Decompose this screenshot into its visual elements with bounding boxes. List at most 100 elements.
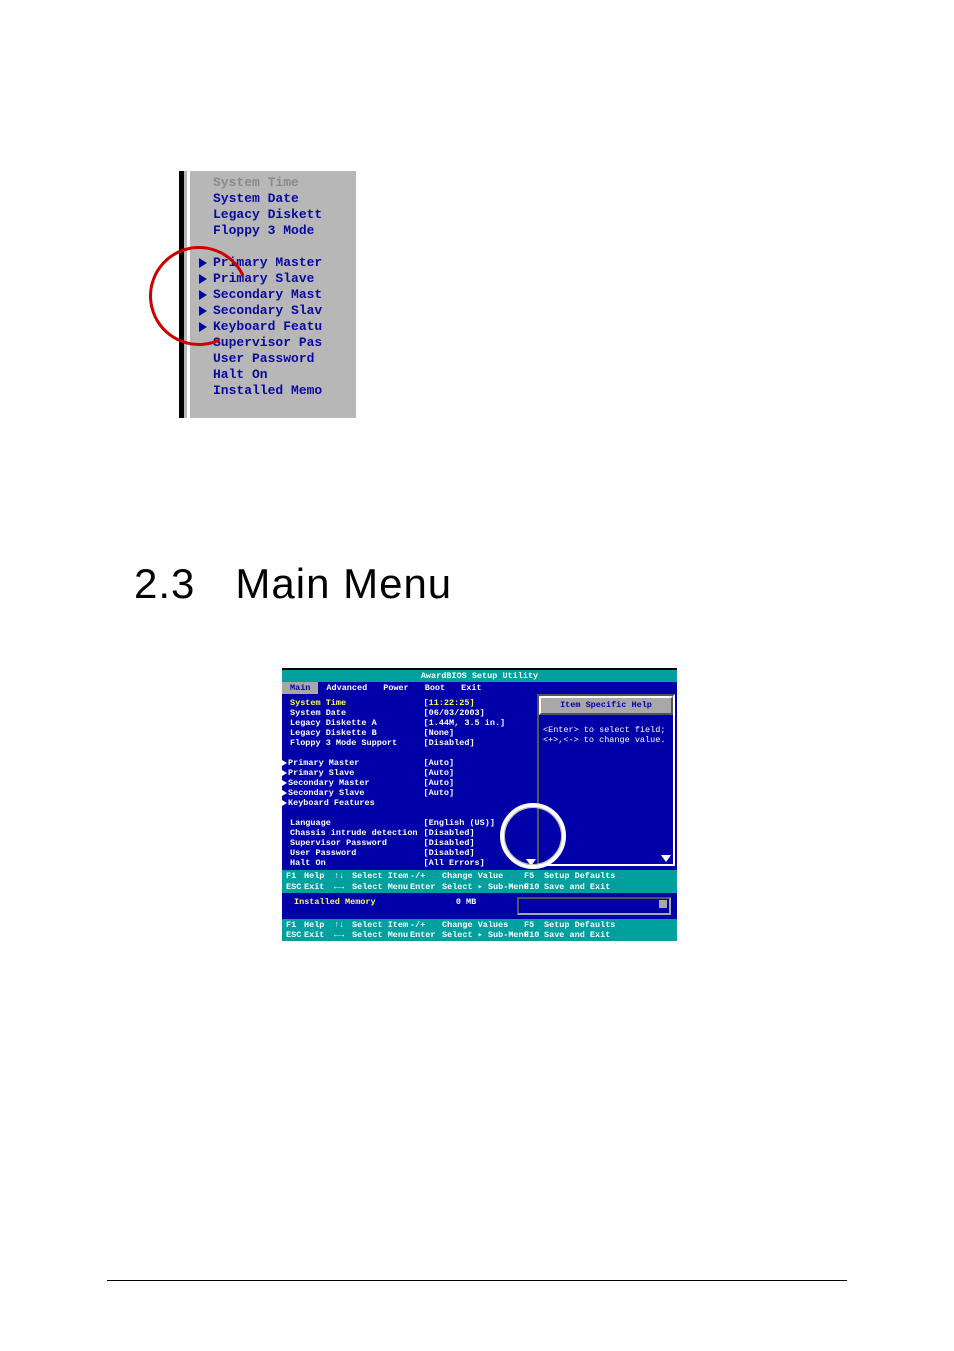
- bios-item-label[interactable]: User Password: [290, 848, 418, 858]
- bios-item-value[interactable]: [English (US)]: [424, 818, 506, 828]
- bios-menu-item: System Time: [193, 175, 356, 191]
- footer-key: Exit: [304, 930, 332, 940]
- bios-item-value[interactable]: [424, 798, 506, 808]
- bios-item-value[interactable]: [Auto]: [424, 788, 506, 798]
- white-circle-annotation: [500, 803, 566, 869]
- help-text-2: <+>,<-> to change value.: [543, 735, 669, 745]
- footer-key: Save and Exit: [544, 882, 673, 892]
- footer-key: ESC: [286, 882, 302, 892]
- bios-item-label[interactable]: Language: [290, 818, 418, 828]
- footer-key: Help: [304, 920, 332, 930]
- submenu-triangle-icon: [282, 770, 287, 776]
- bios-item-value[interactable]: [1.44M, 3.5 in.]: [424, 718, 506, 728]
- bios-item-label[interactable]: Keyboard Features: [290, 798, 418, 808]
- footer-key: Select Menu: [352, 930, 408, 940]
- bios-menu-item: User Password: [193, 351, 356, 367]
- footer-key: Select ▸ Sub-Menu: [442, 882, 522, 892]
- bios-item-label[interactable]: Halt On: [290, 858, 418, 868]
- bios-footer-1: F1Help↑↓Select Item-/+Change ValueF5Setu…: [282, 870, 677, 892]
- bios-item-label[interactable]: Primary Master: [290, 758, 418, 768]
- footer-key: F1: [286, 920, 302, 930]
- bios-item-value[interactable]: [None]: [424, 728, 506, 738]
- footer-key: ↑↓: [334, 871, 350, 881]
- bios-item-label[interactable]: Legacy Diskette A: [290, 718, 418, 728]
- bios-tab[interactable]: Main: [282, 682, 318, 694]
- bios-menu-item: Installed Memo: [193, 383, 356, 399]
- bios-item-label[interactable]: Secondary Master: [290, 778, 418, 788]
- footer-key: Save and Exit: [544, 930, 673, 940]
- footer-key: Change Values: [442, 920, 522, 930]
- submenu-triangle-icon: [282, 780, 287, 786]
- bios-mid-strip: Installed Memory 0 MB: [282, 893, 677, 919]
- bios-item-value[interactable]: [11:22:25]: [424, 698, 506, 708]
- scroll-down-arrow: [661, 855, 671, 862]
- footer-key: ←→: [334, 882, 350, 892]
- footer-key: Help: [304, 871, 332, 881]
- footer-key: Setup Defaults: [544, 920, 673, 930]
- bios-item-label[interactable]: Supervisor Password: [290, 838, 418, 848]
- footer-key: Select Item: [352, 920, 408, 930]
- bios-item-label[interactable]: Primary Slave: [290, 768, 418, 778]
- bios-item-values: [11:22:25][06/03/2003][1.44M, 3.5 in.][N…: [424, 698, 506, 868]
- section-number: 2.3: [134, 560, 195, 608]
- bios-item-labels: System TimeSystem DateLegacy Diskette AL…: [290, 698, 418, 868]
- section-heading: 2.3 Main Menu: [134, 560, 452, 608]
- bios-item-value[interactable]: [Disabled]: [424, 738, 506, 748]
- installed-memory-value: 0 MB: [456, 897, 476, 907]
- bios-footer-2: F1Help↑↓Select Item-/+Change ValuesF5Set…: [282, 919, 677, 941]
- help-text-1: <Enter> to select field;: [543, 725, 669, 735]
- submenu-triangle-icon: [282, 800, 287, 806]
- bios-item-label[interactable]: System Time: [290, 698, 418, 708]
- bios-item-value[interactable]: [Disabled]: [424, 848, 506, 858]
- bios-item-value[interactable]: [Disabled]: [424, 838, 506, 848]
- bios-item-value[interactable]: [Auto]: [424, 758, 506, 768]
- footer-key: -/+: [410, 871, 440, 881]
- bios-item-label[interactable]: System Date: [290, 708, 418, 718]
- footer-key: ↑↓: [334, 920, 350, 930]
- bios-item-label[interactable]: Legacy Diskette B: [290, 728, 418, 738]
- bios-tabs: MainAdvancedPowerBootExit: [282, 682, 677, 694]
- footer-key: F10: [524, 930, 542, 940]
- bios-item-value[interactable]: [Auto]: [424, 768, 506, 778]
- footer-key: Select Item: [352, 871, 408, 881]
- bios-title: AwardBIOS Setup Utility: [282, 668, 677, 682]
- footer-key: F10: [524, 882, 542, 892]
- page-footer-rule: [107, 1280, 847, 1281]
- footer-key: ←→: [334, 930, 350, 940]
- bios-item-value[interactable]: [Disabled]: [424, 828, 506, 838]
- bios-tab[interactable]: Boot: [417, 682, 453, 694]
- bios-item-value[interactable]: [Auto]: [424, 778, 506, 788]
- mid-scrollbar: [517, 897, 671, 915]
- bios-menu-item: System Date: [193, 191, 356, 207]
- footer-key: ESC: [286, 930, 302, 940]
- bios-screenshot: AwardBIOS Setup Utility MainAdvancedPowe…: [282, 668, 677, 941]
- bios-item-label[interactable]: Secondary Slave: [290, 788, 418, 798]
- bios-menu-item: Halt On: [193, 367, 356, 383]
- footer-key: -/+: [410, 920, 440, 930]
- footer-key: Select Menu: [352, 882, 408, 892]
- footer-key: F1: [286, 871, 302, 881]
- footer-key: Select ▸ Sub-Menu: [442, 930, 522, 940]
- footer-key: Enter: [410, 882, 440, 892]
- footer-key: F5: [524, 871, 542, 881]
- bios-item-label[interactable]: Floppy 3 Mode Support: [290, 738, 418, 748]
- submenu-triangle-icon: [282, 790, 287, 796]
- bios-tab[interactable]: Exit: [453, 682, 489, 694]
- bios-menu-item: Floppy 3 Mode: [193, 223, 356, 239]
- section-title: Main Menu: [235, 560, 452, 608]
- bios-tab[interactable]: Power: [375, 682, 417, 694]
- document-page: System TimeSystem DateLegacy DiskettFlop…: [0, 0, 954, 1351]
- footer-key: Setup Defaults: [544, 871, 673, 881]
- footer-key: F5: [524, 920, 542, 930]
- bios-tab[interactable]: Advanced: [318, 682, 375, 694]
- footer-key: Enter: [410, 930, 440, 940]
- bios-menu-item: Legacy Diskett: [193, 207, 356, 223]
- bios-item-value[interactable]: [06/03/2003]: [424, 708, 506, 718]
- bios-item-value[interactable]: [All Errors]: [424, 858, 506, 868]
- bios-item-label[interactable]: Chassis intrude detection: [290, 828, 418, 838]
- installed-memory-label: Installed Memory: [294, 897, 376, 907]
- submenu-triangle-icon: [282, 760, 287, 766]
- footer-key: Exit: [304, 882, 332, 892]
- help-title: Item Specific Help: [539, 696, 673, 714]
- scrollbar-thumb: [659, 900, 667, 908]
